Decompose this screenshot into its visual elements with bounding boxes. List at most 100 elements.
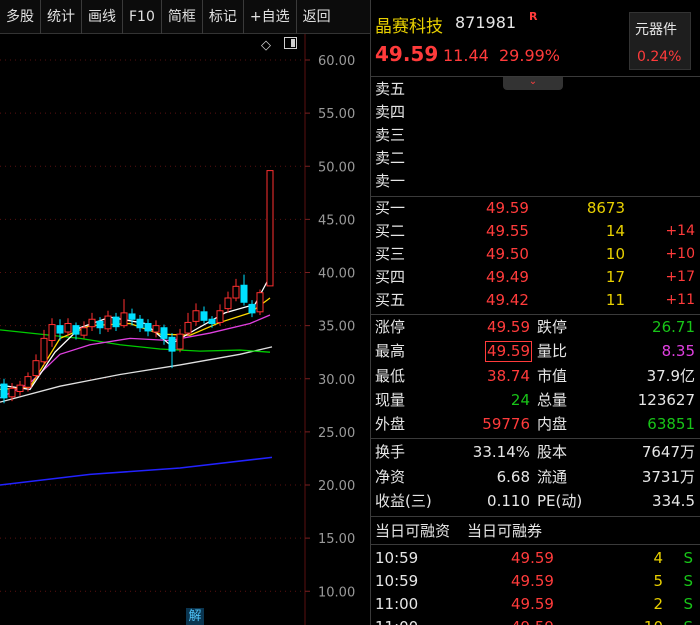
candle-body: [48, 324, 56, 341]
candle-body: [216, 310, 224, 323]
price-axis-label: 15.00: [318, 532, 355, 547]
ask-row[interactable]: 卖一: [371, 170, 700, 193]
candle-body: [40, 337, 48, 363]
candle-body: [88, 318, 96, 328]
ask-row[interactable]: 卖三: [371, 124, 700, 147]
stats-row: 最低 38.74 市值 37.9亿: [375, 367, 695, 385]
quote-panel: 晶赛科技 871981 R 49.59 11.44 29.99% 元器件 0.2…: [370, 0, 700, 625]
candle-body: [168, 336, 176, 352]
diamond-icon[interactable]: ◇: [261, 38, 271, 53]
margin-lending-label[interactable]: 当日可融券: [467, 520, 542, 543]
sector-name: 元器件: [635, 22, 677, 38]
price-change: 11.44: [443, 46, 489, 65]
divider: [371, 544, 700, 545]
stock-name: 晶赛科技: [375, 17, 443, 37]
candle-body: [120, 312, 128, 327]
stats-row: 涨停 49.59 跌停 26.71: [375, 318, 695, 336]
candle-body: [256, 292, 264, 313]
margin-financing-label[interactable]: 当日可融资: [375, 520, 450, 543]
fundamentals-row: 换手 33.14% 股本 7647万: [375, 443, 695, 461]
ma250-line: [0, 456, 273, 486]
candle-body: [56, 325, 64, 334]
price-axis-label: 50.00: [318, 160, 355, 175]
candle-body: [32, 360, 40, 377]
candle-body: [266, 170, 274, 287]
last-price: 49.59: [375, 42, 439, 66]
stats-row: 现量 24 总量 123627: [375, 391, 695, 409]
candle-body: [240, 284, 248, 303]
high-price-box: 49.59: [485, 341, 532, 362]
toolbar-multi-stock[interactable]: 多股: [0, 0, 41, 34]
ask-row[interactable]: 卖二: [371, 147, 700, 170]
candle-body: [176, 333, 184, 350]
candle-body: [8, 387, 16, 398]
stats-row: 最高 49.59 量比 8.35: [375, 341, 695, 362]
sector-pct: 0.24%: [637, 49, 682, 65]
divider: [371, 76, 700, 77]
ask-row[interactable]: 卖五: [371, 78, 700, 101]
toolbar-simple-frame[interactable]: 简框: [162, 0, 203, 34]
candle-body: [128, 313, 136, 320]
price-axis-label: 45.00: [318, 213, 355, 228]
price-change-pct: 29.99%: [499, 46, 561, 65]
tick-row[interactable]: 11:00 49.59 2 S: [371, 593, 700, 616]
candle-body: [104, 315, 112, 330]
candle-body: [16, 384, 24, 392]
candle-body: [232, 285, 240, 299]
bid-row[interactable]: 买三 49.50 10 +10: [371, 243, 700, 266]
price-axis-label: 60.00: [318, 54, 355, 69]
candle-body: [96, 320, 104, 329]
candle-body: [136, 318, 144, 329]
bid-row[interactable]: 买二 49.55 14 +14: [371, 220, 700, 243]
fundamentals-row: 净资 6.68 流通 3731万: [375, 468, 695, 486]
candle-body: [248, 303, 256, 314]
toolbar-draw-line[interactable]: 画线: [82, 0, 123, 34]
tick-row[interactable]: 10:59 49.59 4 S: [371, 547, 700, 570]
bid-row[interactable]: 买一 49.59 8673: [371, 197, 700, 220]
bid-row[interactable]: 买五 49.42 11 +11: [371, 289, 700, 312]
kline-canvas[interactable]: 60.00 55.00 50.00 45.00 40.00 35.00 30.00 25.00…: [0, 34, 370, 625]
price-axis-label: 55.00: [318, 107, 355, 122]
price-axis-label: 30.00: [318, 373, 355, 388]
toolbar-mark[interactable]: 标记: [203, 0, 244, 34]
candle-body: [152, 325, 160, 333]
candle-body: [160, 327, 168, 339]
candle-body: [192, 310, 200, 322]
candle-body: [112, 316, 120, 328]
toolbar-add-watchlist[interactable]: +自选: [244, 0, 297, 34]
fundamentals-row: 收益(三) 0.110 PE(动) 334.5: [375, 492, 695, 510]
candle-body: [64, 323, 72, 333]
tick-row[interactable]: 11:00 49.59 10 S: [371, 616, 700, 625]
price-axis-label: 40.00: [318, 267, 355, 282]
toolbar-f10[interactable]: F10: [123, 0, 162, 34]
price-axis-label: 35.00: [318, 320, 355, 335]
divider: [371, 516, 700, 517]
divider: [371, 438, 700, 439]
unlock-badge[interactable]: 解: [186, 608, 204, 625]
candle-body: [208, 318, 216, 324]
candle-body: [80, 327, 88, 336]
candle-body: [0, 383, 8, 399]
stock-flag: R: [529, 10, 538, 23]
candle-body: [184, 321, 192, 334]
chart-toolbar: 多股 统计 画线 F10 简框 标记 +自选 返回: [0, 0, 370, 34]
kline-chart[interactable]: 60.00 55.00 50.00 45.00 40.00 35.00 30.00 25.00…: [0, 34, 370, 625]
candle-body: [24, 376, 32, 388]
candle-body: [200, 311, 208, 321]
price-axis-label: 10.00: [318, 585, 355, 600]
stats-row: 外盘 59776 内盘 63851: [375, 415, 695, 433]
candle-body: [144, 323, 152, 332]
divider: [371, 314, 700, 315]
stock-code: 871981: [455, 13, 517, 32]
candle-body: [224, 297, 232, 310]
toolbar-statistics[interactable]: 统计: [41, 0, 82, 34]
candle-body: [72, 325, 80, 335]
price-axis-label: 25.00: [318, 426, 355, 441]
window-icon[interactable]: [284, 37, 297, 49]
toolbar-back[interactable]: 返回: [297, 0, 337, 34]
tick-row[interactable]: 10:59 49.59 5 S: [371, 570, 700, 593]
sector-button[interactable]: 元器件 0.24%: [629, 12, 691, 70]
price-axis-label: 20.00: [318, 479, 355, 494]
bid-row[interactable]: 买四 49.49 17 +17: [371, 266, 700, 289]
ask-row[interactable]: 卖四: [371, 101, 700, 124]
